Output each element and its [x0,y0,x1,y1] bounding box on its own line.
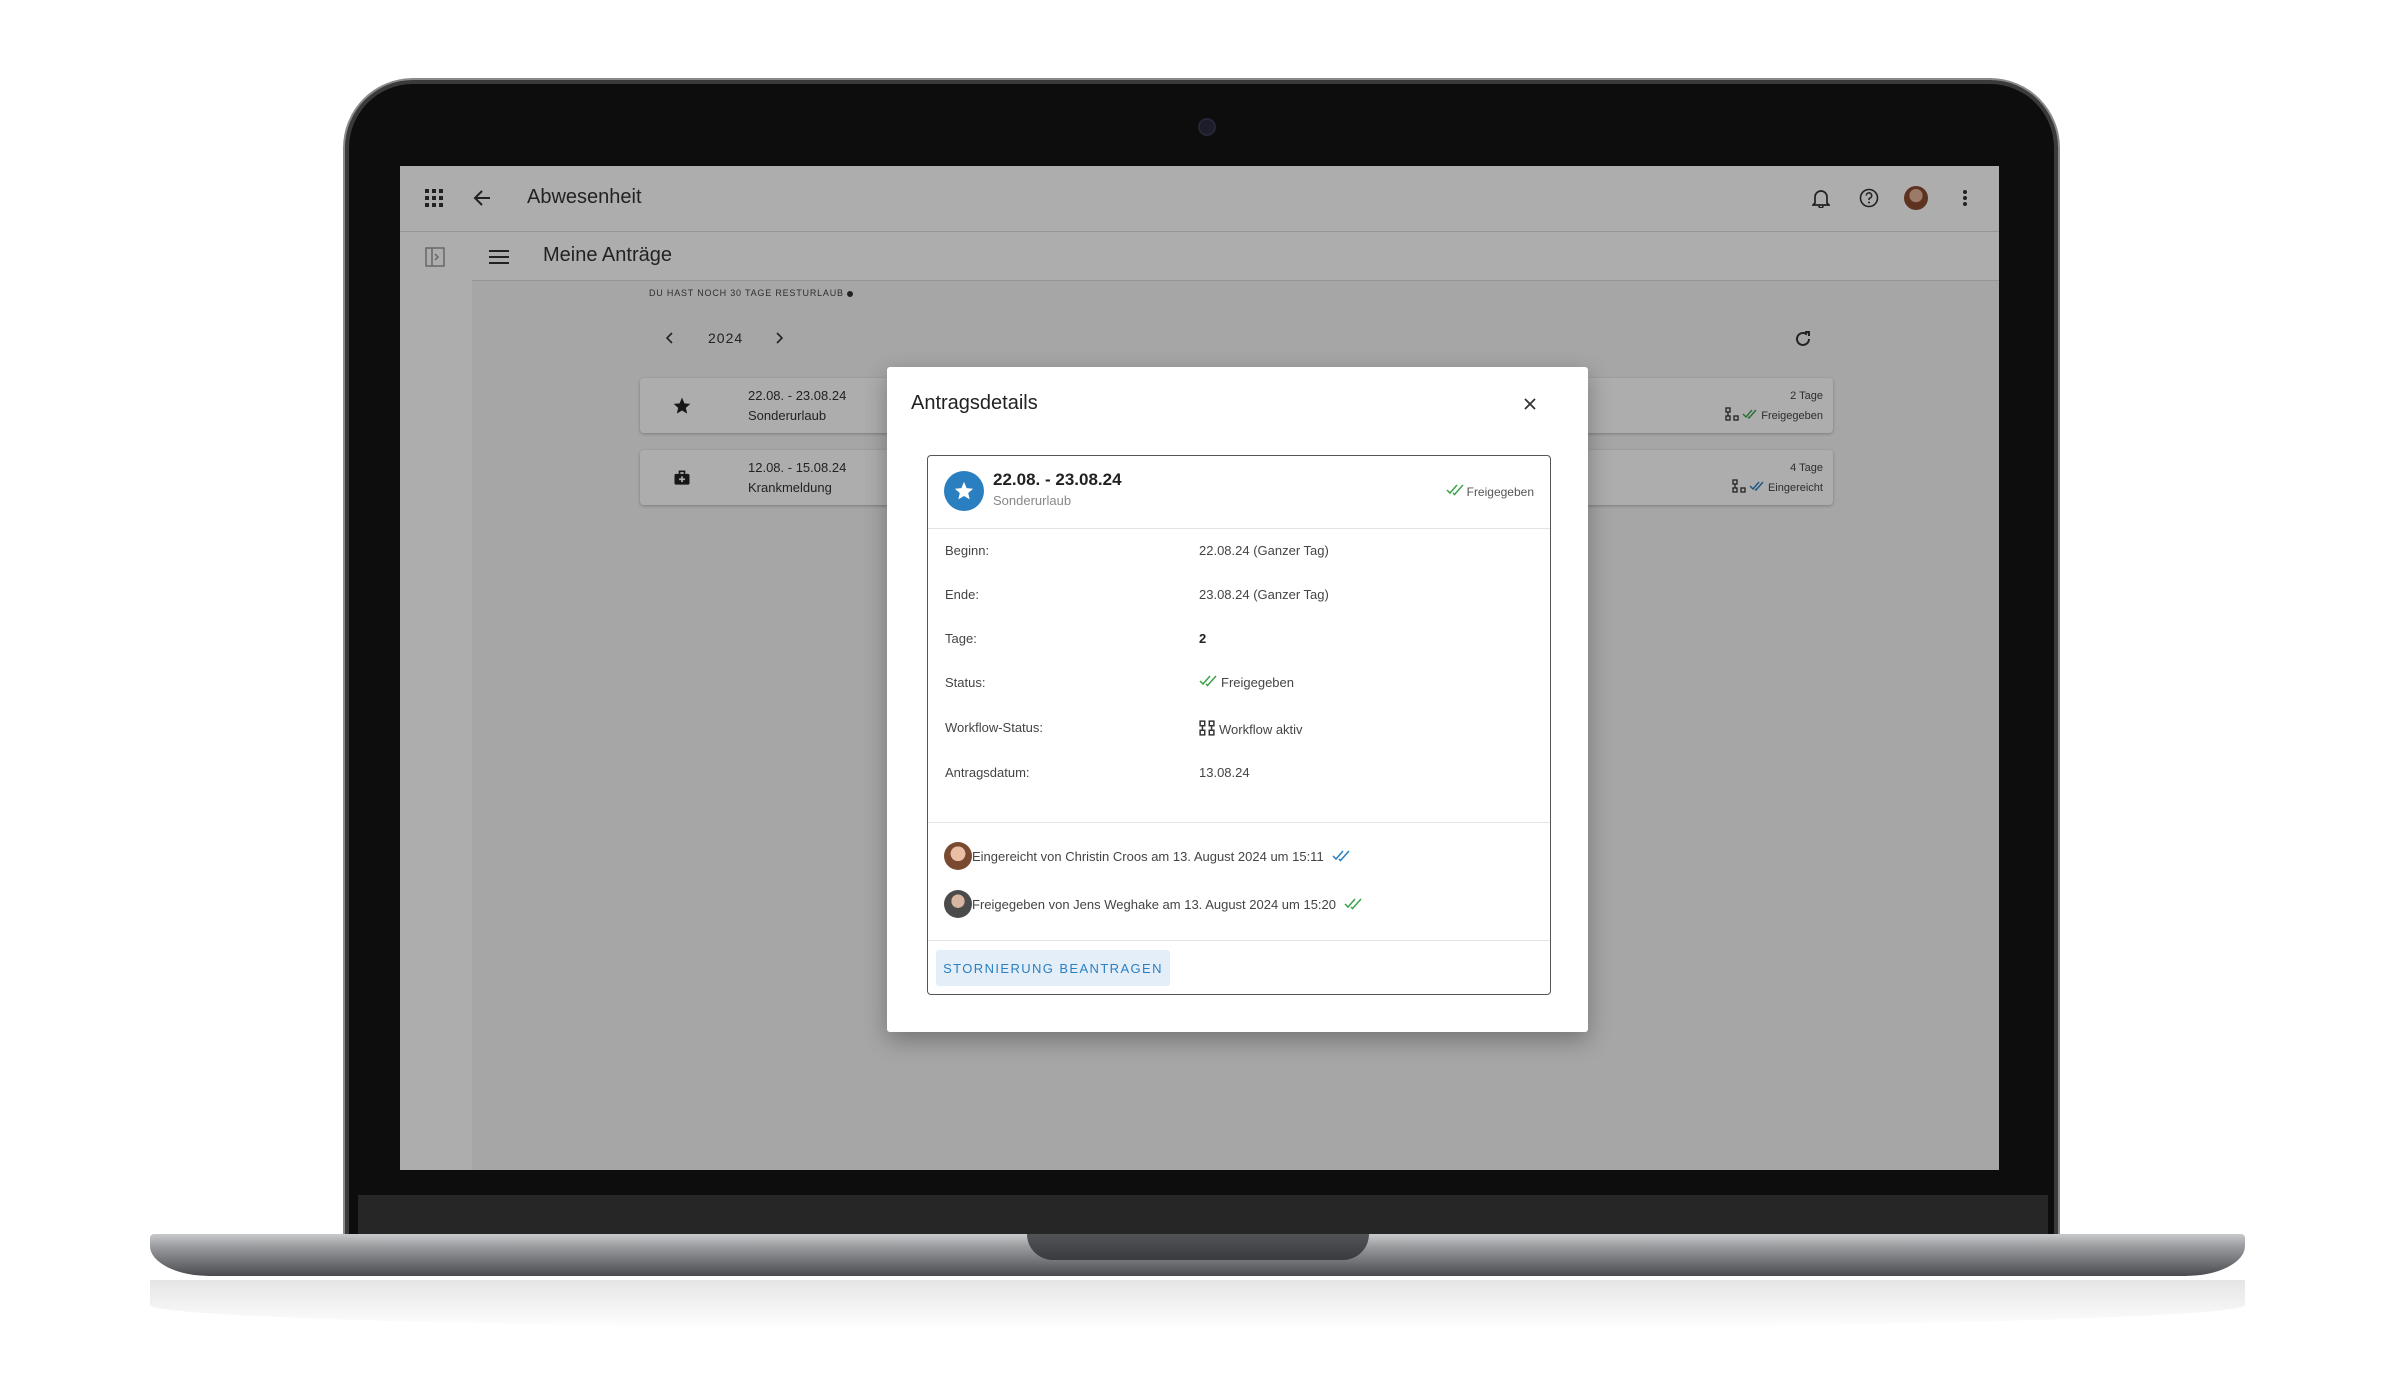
end-label: Ende: [945,587,979,602]
double-check-icon [1344,898,1362,910]
app-screen: Abwesenheit Meine Anträge DU HAST NOCH 3… [400,166,1999,1170]
request-cancellation-button[interactable]: STORNIERUNG BEANTRAGEN [936,950,1170,986]
status-label: Status: [945,675,986,690]
divider [928,822,1550,823]
request-date-label: Antragsdatum: [945,765,1030,780]
avatar [944,890,972,918]
double-check-icon [1199,675,1217,690]
request-details-dialog: Antragsdetails 22.08. - 23.08.24 Sonderu… [887,367,1588,1032]
workflow-status-label: Workflow-Status: [945,720,1044,735]
divider [928,940,1550,941]
days-label: Tage: [945,631,977,646]
detail-status: Freigegeben [1446,484,1534,499]
workflow-icon [1199,720,1215,739]
workflow-status-value: Workflow aktiv [1199,720,1303,739]
request-date-value: 13.08.24 [1199,765,1250,780]
star-icon [944,471,984,511]
avatar [944,842,972,870]
history-text: Eingereicht von Christin Croos am 13. Au… [972,848,1324,864]
detail-date-range: 22.08. - 23.08.24 [993,470,1122,489]
begin-value: 22.08.24 (Ganzer Tag) [1199,543,1329,558]
begin-label: Beginn: [945,543,990,558]
laptop-notch [1027,1234,1369,1260]
detail-type: Sonderurlaub [993,493,1072,508]
laptop-hinge [358,1195,2048,1235]
detail-status-label: Freigegeben [1466,484,1534,499]
request-detail-card: 22.08. - 23.08.24 Sonderurlaub Freigegeb… [927,455,1551,995]
days-value: 2 [1199,631,1207,646]
history-text: Freigegeben von Jens Weghake am 13. Augu… [972,896,1337,912]
history-item: Freigegeben von Jens Weghake am 13. Augu… [944,890,1362,918]
camera [1198,118,1216,136]
status-value: Freigegeben [1199,675,1294,690]
double-check-icon [1446,484,1464,499]
history-item: Eingereicht von Christin Croos am 13. Au… [944,842,1350,870]
detail-header: 22.08. - 23.08.24 Sonderurlaub Freigegeb… [928,456,1550,529]
double-check-icon [1332,850,1350,862]
workflow-status-value-label: Workflow aktiv [1219,722,1303,737]
status-value-label: Freigegeben [1221,675,1294,690]
close-icon[interactable] [1515,389,1545,419]
dialog-title: Antragsdetails [911,392,1038,414]
end-value: 23.08.24 (Ganzer Tag) [1199,587,1329,602]
laptop-shadow [150,1280,2245,1330]
